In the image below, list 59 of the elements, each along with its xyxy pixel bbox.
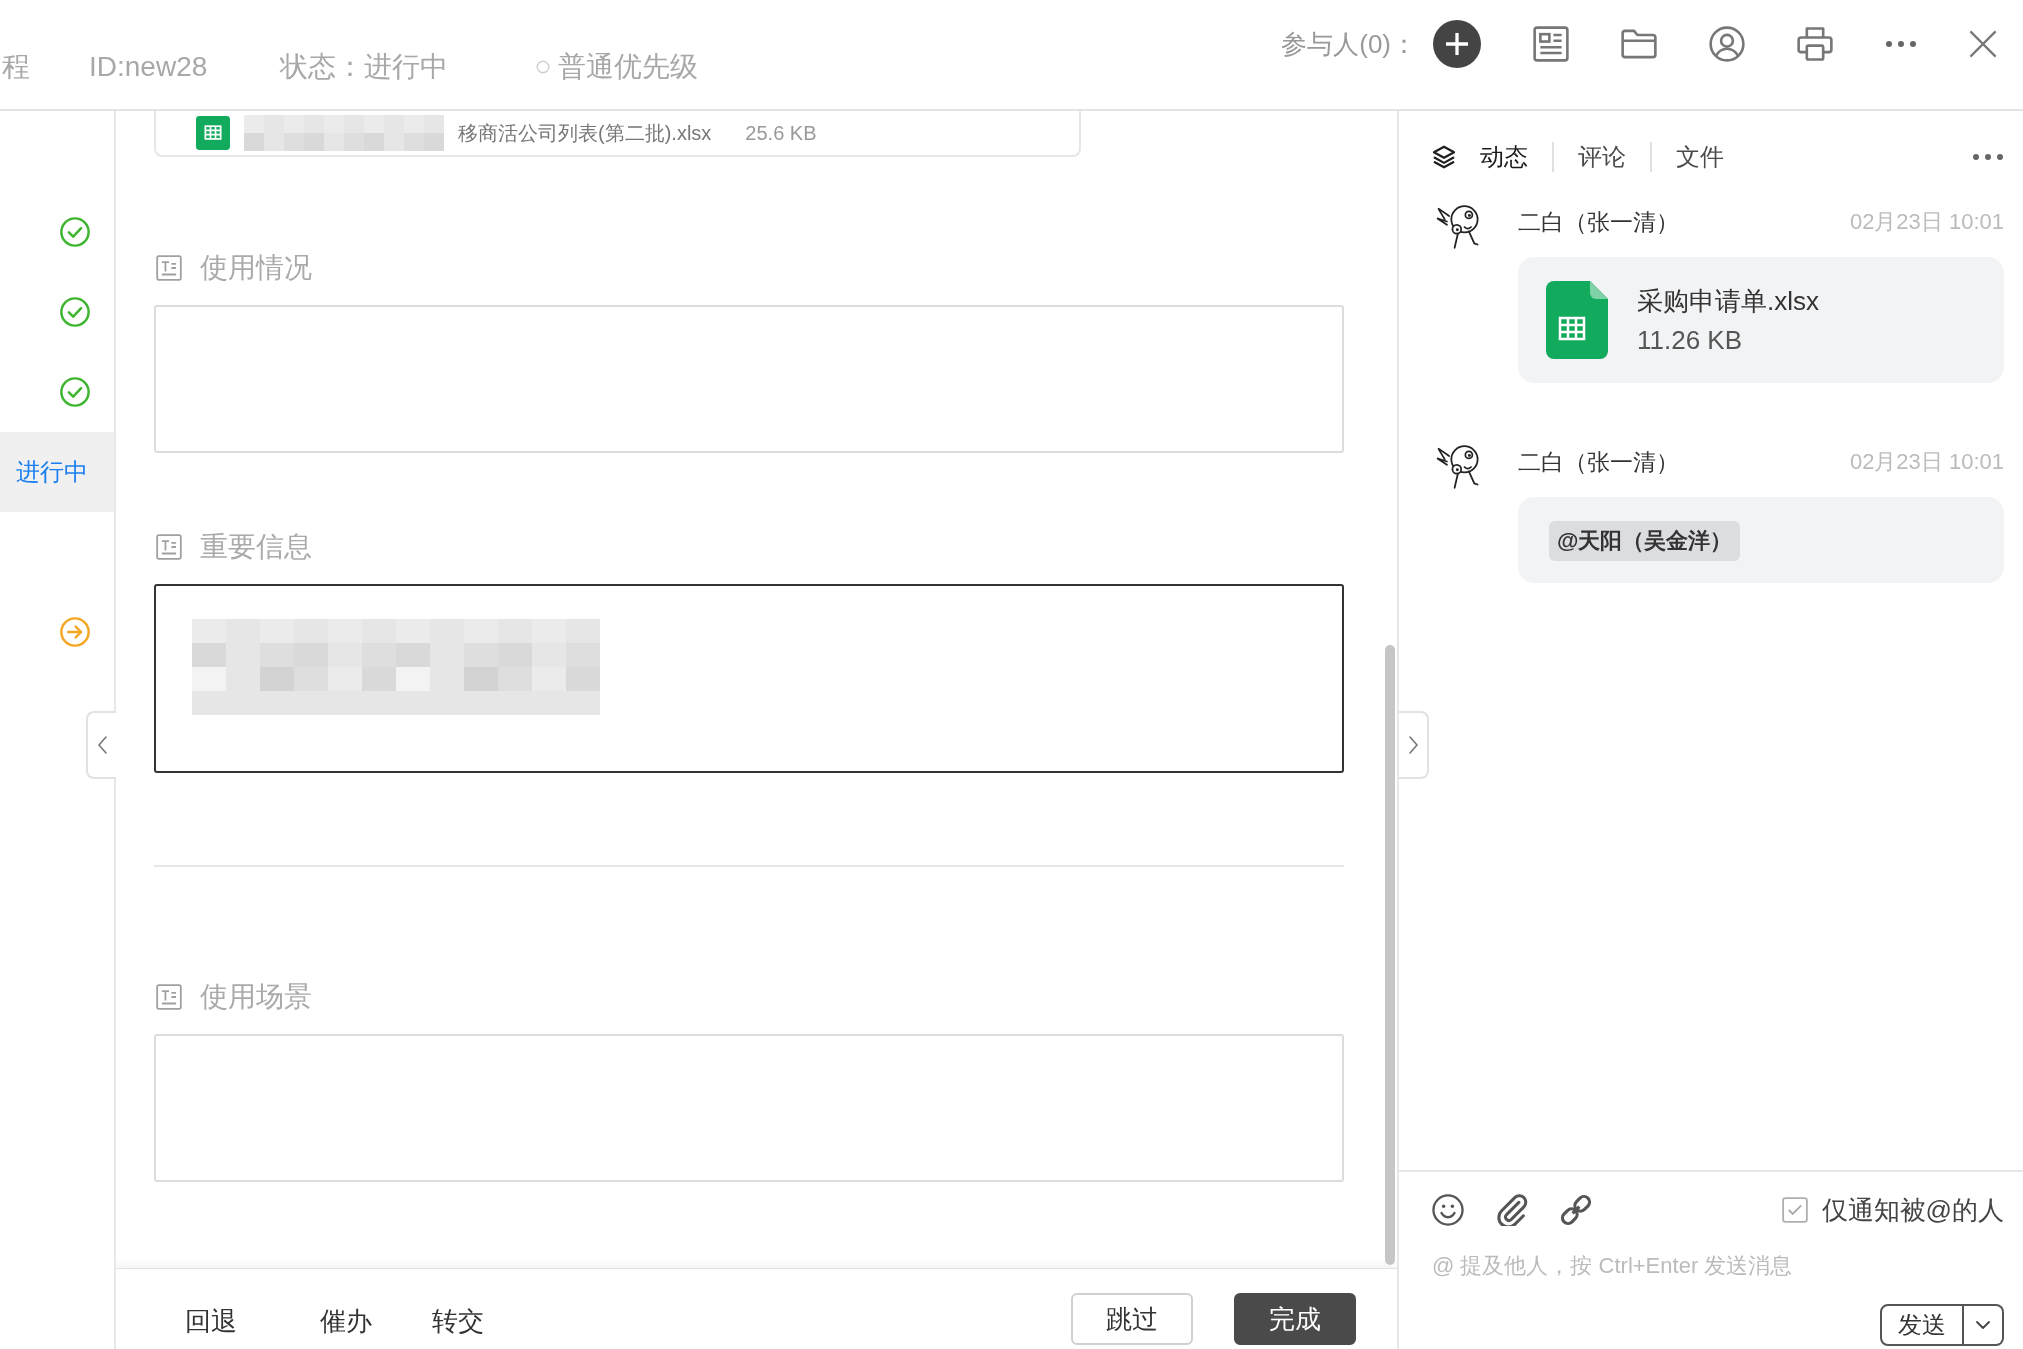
ring-icon (536, 60, 551, 74)
attachment-card[interactable]: 移商活公司列表(第二批).xlsx 25.6 KB (154, 111, 1081, 157)
task-id: ID:new28 (89, 51, 208, 83)
action-button[interactable]: 回退 (185, 1303, 237, 1339)
check-circle-icon (60, 297, 90, 327)
send-options-button[interactable] (1964, 1304, 2004, 1346)
workflow-step[interactable]: 进行中 (0, 432, 114, 512)
panel-tab[interactable]: 动态 (1480, 142, 1552, 172)
panel-tab[interactable]: 评论 (1552, 142, 1650, 172)
checkbox-label: 仅通知被@的人 (1821, 1193, 2004, 1227)
file-name: 采购申请单.xlsx (1637, 285, 1819, 318)
complete-button[interactable]: 完成 (1234, 1293, 1356, 1345)
check-circle-icon (60, 217, 90, 247)
priority-label: 普通优先级 (558, 50, 699, 84)
printer-icon[interactable] (1797, 26, 1833, 62)
participants-label: 参与人(0)： (1281, 27, 1417, 61)
send-button[interactable]: 发送 (1880, 1304, 1964, 1346)
scrollbar-thumb[interactable] (1385, 645, 1395, 1265)
field-label: 重要信息 (200, 530, 312, 564)
text-field-icon (156, 534, 182, 560)
mention-tag[interactable]: @天阳（吴金洋） (1549, 521, 1741, 561)
text-area[interactable] (154, 584, 1344, 773)
timestamp: 02月23日 10:01 (1849, 448, 2004, 476)
timestamp: 02月23日 10:01 (1849, 208, 2004, 236)
smiley-icon[interactable] (1432, 1194, 1464, 1226)
file-name: 移商活公司列表(第二批).xlsx (458, 120, 712, 146)
more-icon[interactable] (1972, 153, 2004, 161)
field-label: 使用情况 (200, 251, 312, 285)
check-circle-icon (60, 377, 90, 407)
close-icon[interactable] (1969, 30, 1997, 58)
author-name: 二白（张一清） (1518, 207, 1679, 237)
link-icon[interactable] (1560, 1194, 1592, 1226)
chevron-right-icon (1408, 736, 1418, 754)
panel-tab[interactable]: 文件 (1650, 142, 1748, 172)
layers-icon (1432, 145, 1456, 169)
file-size: 25.6 KB (745, 121, 817, 145)
file-size: 11.26 KB (1637, 325, 1744, 356)
checkbox-icon[interactable] (1781, 1197, 1808, 1223)
field-label: 使用场景 (200, 980, 312, 1014)
document-icon[interactable] (1533, 26, 1569, 62)
spreadsheet-file-icon (196, 116, 230, 150)
chevron-left-icon (97, 736, 107, 754)
plus-icon (1446, 33, 1468, 55)
chevron-down-icon (1976, 1321, 1990, 1329)
arrow-circle-icon (60, 617, 90, 647)
more-icon[interactable] (1885, 40, 1917, 48)
paperclip-icon[interactable] (1496, 1194, 1528, 1226)
add-participant-button[interactable] (1433, 20, 1481, 68)
text-field-icon (156, 984, 182, 1010)
author-name: 二白（张一清） (1518, 447, 1679, 477)
status-label: 状态：进行中 (280, 50, 449, 84)
user-icon[interactable] (1709, 26, 1745, 62)
skip-button[interactable]: 跳过 (1071, 1293, 1193, 1345)
spreadsheet-file-icon (1546, 281, 1608, 359)
text-field-icon (156, 255, 182, 281)
attachment-bubble[interactable]: 采购申请单.xlsx 11.26 KB (1518, 257, 2004, 383)
action-button[interactable]: 催办 (320, 1303, 372, 1339)
title-fragment: 程 (2, 50, 30, 84)
action-button[interactable]: 转交 (432, 1303, 484, 1339)
